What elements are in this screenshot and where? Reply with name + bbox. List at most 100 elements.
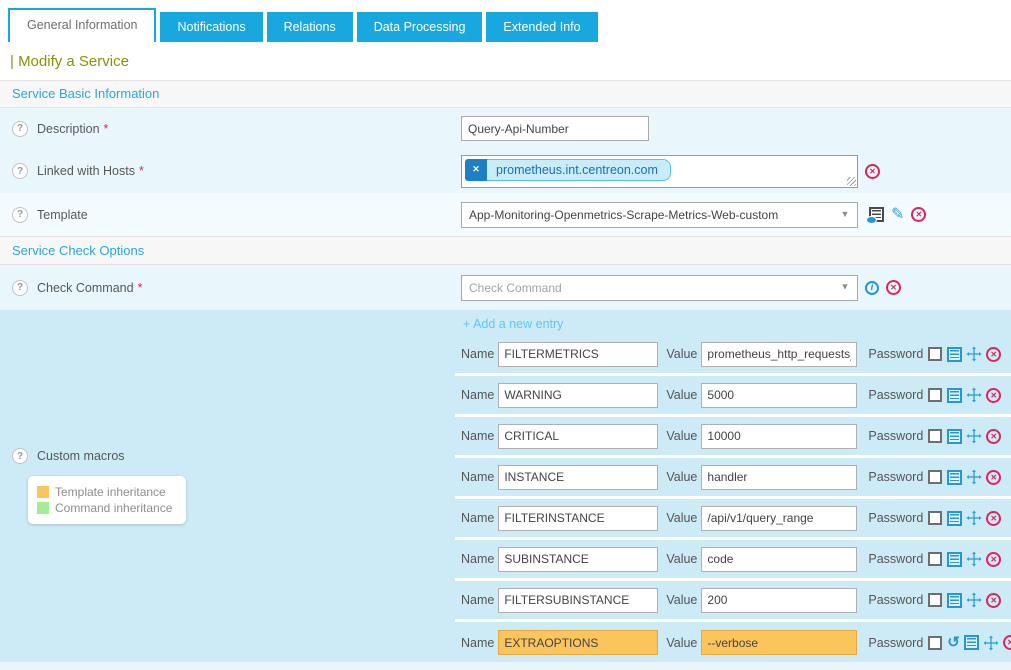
macro-password-checkbox[interactable] <box>928 636 942 650</box>
macro-password-checkbox[interactable] <box>928 388 942 402</box>
macro-name-input[interactable] <box>498 630 658 655</box>
macro-name-input[interactable] <box>498 506 658 531</box>
macro-description-icon[interactable] <box>947 347 962 362</box>
modify-service-page: General Information Notifications Relati… <box>0 0 1011 670</box>
macro-delete-icon[interactable] <box>986 388 1001 403</box>
command-inheritance-swatch <box>37 502 49 514</box>
macro-value-input[interactable] <box>701 630 857 655</box>
macro-password-label: Password <box>868 388 923 402</box>
linked-hosts-multiselect[interactable]: prometheus.int.centreon.com <box>461 155 858 188</box>
macro-name-label: Name <box>461 511 494 525</box>
help-icon[interactable] <box>12 163 28 179</box>
tab-bar: General Information Notifications Relati… <box>0 0 1011 42</box>
macro-password-checkbox[interactable] <box>928 511 942 525</box>
macro-password-checkbox[interactable] <box>928 593 942 607</box>
clear-hosts-icon[interactable] <box>865 164 880 179</box>
macro-password-checkbox[interactable] <box>928 429 942 443</box>
help-icon[interactable] <box>12 207 28 223</box>
resize-handle[interactable] <box>847 177 856 186</box>
template-selected-value: App-Monitoring-Openmetrics-Scrape-Metric… <box>469 208 840 222</box>
legend-command-inheritance: Command inheritance <box>37 501 177 515</box>
chevron-down-icon <box>840 282 850 293</box>
macro-description-icon[interactable] <box>947 552 962 567</box>
macro-name-input[interactable] <box>498 588 658 613</box>
macro-password-label: Password <box>868 429 923 443</box>
description-field-cell <box>455 116 1011 141</box>
macro-value-label: Value <box>666 636 697 650</box>
macro-move-icon[interactable] <box>966 428 982 444</box>
clear-template-icon[interactable] <box>911 207 926 222</box>
macro-name-input[interactable] <box>498 465 658 490</box>
tab-notifications[interactable]: Notifications <box>160 12 262 42</box>
macro-name-input[interactable] <box>498 383 658 408</box>
required-asterisk: * <box>138 281 143 295</box>
macro-name-input[interactable] <box>498 424 658 449</box>
macro-value-input[interactable] <box>701 547 857 572</box>
section-header-basic-information: Service Basic Information <box>0 80 1011 108</box>
macro-description-icon[interactable] <box>947 388 962 403</box>
macro-delete-icon[interactable] <box>986 347 1001 362</box>
macro-delete-icon[interactable] <box>986 429 1001 444</box>
macro-name-input[interactable] <box>498 342 658 367</box>
macro-delete-icon[interactable] <box>986 470 1001 485</box>
macro-password-label: Password <box>868 593 923 607</box>
macro-value-input[interactable] <box>701 424 857 449</box>
view-template-icon[interactable] <box>869 207 884 222</box>
clear-check-command-icon[interactable] <box>886 280 901 295</box>
edit-template-icon[interactable] <box>891 207 904 223</box>
macro-password-checkbox[interactable] <box>928 347 942 361</box>
description-label: Description <box>37 122 100 136</box>
macro-value-label: Value <box>666 388 697 402</box>
check-command-select[interactable]: Check Command <box>461 275 858 301</box>
macro-password-checkbox[interactable] <box>928 552 942 566</box>
macro-move-icon[interactable] <box>966 551 982 567</box>
macro-value-input[interactable] <box>701 506 857 531</box>
macro-value-input[interactable] <box>701 383 857 408</box>
check-command-label: Check Command <box>37 281 134 295</box>
page-title: | Modify a Service <box>0 42 1011 80</box>
macro-delete-icon[interactable] <box>986 593 1001 608</box>
host-chip-label: prometheus.int.centreon.com <box>487 159 671 181</box>
macro-move-icon[interactable] <box>966 346 982 362</box>
macro-value-input[interactable] <box>701 465 857 490</box>
macro-move-icon[interactable] <box>966 592 982 608</box>
macro-description-icon[interactable] <box>947 470 962 485</box>
tab-extended-info[interactable]: Extended Info <box>486 12 597 42</box>
row-template: Template App-Monitoring-Openmetrics-Scra… <box>0 193 1011 236</box>
macro-password-checkbox[interactable] <box>928 470 942 484</box>
tab-relations[interactable]: Relations <box>267 12 353 42</box>
legend-template-inheritance: Template inheritance <box>37 485 177 499</box>
macro-description-icon[interactable] <box>964 635 979 650</box>
macro-description-icon[interactable] <box>947 593 962 608</box>
macro-delete-icon[interactable] <box>1003 635 1011 650</box>
tab-data-processing[interactable]: Data Processing <box>357 12 483 42</box>
template-label: Template <box>37 208 88 222</box>
tab-general-information[interactable]: General Information <box>8 8 156 42</box>
macro-description-icon[interactable] <box>947 429 962 444</box>
help-icon[interactable] <box>12 280 28 296</box>
remove-host-icon[interactable] <box>465 159 487 181</box>
row-description: Description * <box>0 108 1011 149</box>
macro-value-input[interactable] <box>701 588 857 613</box>
host-chip: prometheus.int.centreon.com <box>465 159 671 181</box>
macro-move-icon[interactable] <box>966 469 982 485</box>
macro-description-icon[interactable] <box>947 511 962 526</box>
macro-delete-icon[interactable] <box>986 552 1001 567</box>
macro-undo-icon[interactable] <box>947 635 960 650</box>
help-icon[interactable] <box>12 448 28 464</box>
legend-label: Command inheritance <box>55 501 172 515</box>
help-icon[interactable] <box>12 121 28 137</box>
description-input[interactable] <box>461 116 649 141</box>
macro-value-input[interactable] <box>701 342 857 367</box>
add-new-entry-link[interactable]: + Add a new entry <box>455 310 1011 335</box>
macro-name-label: Name <box>461 470 494 484</box>
template-select[interactable]: App-Monitoring-Openmetrics-Scrape-Metric… <box>461 202 858 228</box>
macro-delete-icon[interactable] <box>986 511 1001 526</box>
info-icon[interactable] <box>865 281 879 295</box>
macro-move-icon[interactable] <box>983 635 999 651</box>
macro-move-icon[interactable] <box>966 387 982 403</box>
macro-password-label: Password <box>868 470 923 484</box>
bottom-strip <box>0 662 1011 670</box>
macro-move-icon[interactable] <box>966 510 982 526</box>
macro-name-input[interactable] <box>498 547 658 572</box>
